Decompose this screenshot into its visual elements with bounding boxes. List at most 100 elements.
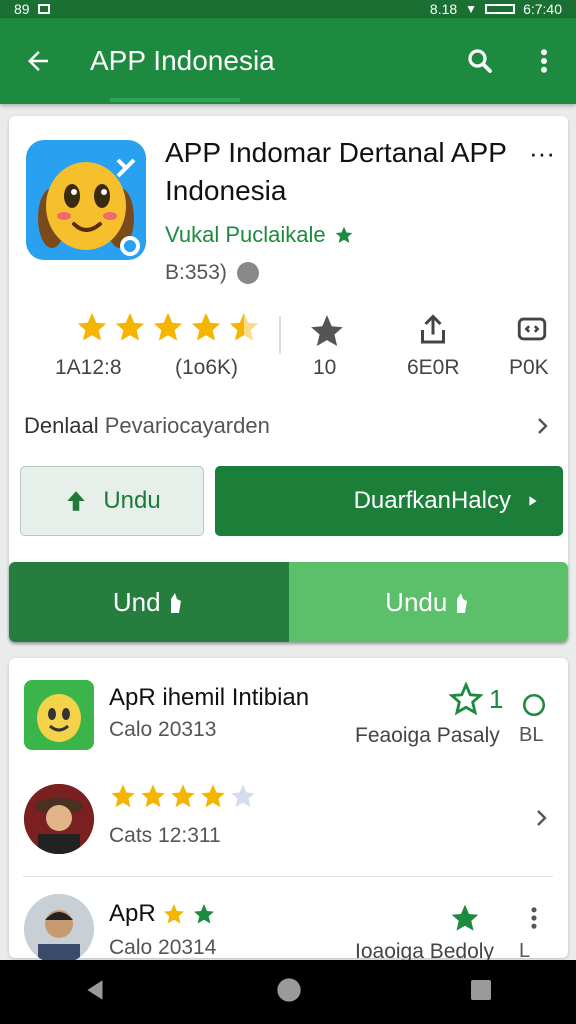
chevron-right-icon (538, 418, 548, 434)
more-vert-icon (541, 49, 547, 73)
back-button[interactable] (0, 46, 76, 76)
description-text: Pevariocayarden (104, 413, 270, 438)
more-horiz-icon[interactable]: ··· (529, 134, 555, 172)
list-item[interactable]: Cats 12:311 (9, 770, 568, 870)
star-icon (191, 312, 221, 341)
rating-count: B:353) (165, 261, 227, 284)
star-icon (77, 312, 107, 341)
developer-row[interactable]: Vukal Puclaikale (165, 222, 354, 248)
tab-indicator (110, 98, 240, 102)
award-star-icon (449, 682, 483, 716)
list-item-subtitle: Cats 12:311 (109, 824, 221, 847)
star-icon (171, 784, 195, 808)
app-detail-card: APP Indomar Dertanal APP Indonesia ··· V… (9, 116, 568, 642)
rating-count-row: B:353) (165, 261, 259, 285)
badge-row: 1 (449, 682, 503, 716)
list-item-title-text: ApR (109, 900, 156, 927)
other-button[interactable] (515, 312, 549, 351)
hand-icon (457, 593, 468, 613)
developer-name: Vukal Puclaikale (165, 222, 326, 247)
split-action-bar: Und Undu (9, 562, 568, 642)
list-item-title-text: ApR ihemil Intibian (109, 684, 310, 711)
share-button[interactable] (415, 312, 451, 353)
nav-home-button[interactable] (275, 976, 303, 1009)
list-item-stars (109, 782, 257, 810)
split-right-button[interactable]: Undu (288, 562, 568, 642)
install-button[interactable]: DuarfkanHalcy (215, 466, 563, 536)
share-icon (421, 314, 445, 344)
avatar (24, 784, 94, 854)
award-icon (451, 904, 479, 931)
update-button[interactable]: Undu (20, 466, 204, 536)
description-row[interactable]: Denlaal Pevariocayarden (24, 408, 554, 444)
status-time: 6:7:40 (523, 1, 562, 17)
stats-row: 1A12:8 (1o6K) 10 6E0R P0K (9, 306, 568, 396)
install-button-label: DuarfkanHalcy (353, 487, 511, 514)
rating-value: 1A12:8 (55, 356, 122, 379)
hand-icon (170, 593, 181, 613)
app-title: APP Indomar Dertanal APP Indonesia ··· (165, 134, 555, 210)
list-item[interactable]: ApR Calo 20314 Ioaoiga Bedoly L (9, 886, 568, 966)
rating-stars (75, 310, 261, 344)
review-count: (1o6K) (175, 356, 239, 379)
app-bar: APP Indonesia (0, 18, 576, 104)
square-recents-icon (471, 979, 491, 1000)
arrow-up-icon (67, 491, 85, 511)
page-title: APP Indonesia (90, 45, 275, 76)
emoji-face-icon (37, 694, 81, 742)
app-title-text: APP Indomar Dertanal APP Indonesia (165, 137, 507, 206)
split-right-label: Undu (385, 586, 448, 617)
globe-icon (236, 262, 259, 284)
list-item-right-text: Feaoiga Pasaly (355, 724, 500, 747)
list-divider (23, 876, 553, 877)
star-icon (111, 784, 135, 808)
search-button[interactable] (448, 46, 512, 76)
system-nav-bar (0, 960, 576, 1024)
badge-count: 1 (489, 683, 504, 714)
description-label: Denlaal (24, 413, 99, 438)
nav-back-button[interactable] (83, 977, 109, 1008)
more-options-button[interactable] (512, 46, 576, 76)
star-outline-icon (311, 315, 343, 347)
battery-icon (485, 4, 516, 14)
emoji-face-icon (38, 158, 140, 256)
app-icon (26, 140, 146, 260)
triangle-back-icon (87, 979, 103, 1000)
chevron-right-icon (537, 810, 547, 826)
related-apps-card: ApR ihemil Intibian Calo 20313 1 Feaoiga… (9, 658, 568, 964)
list-item-right-text-2: BL (519, 724, 544, 746)
status-bar: 89 8.18 ▼ 6:7:40 (0, 0, 576, 18)
update-button-label: Undu (103, 487, 161, 514)
avatar (24, 894, 94, 964)
play-arrow-icon (529, 496, 537, 506)
split-left-label: Und (112, 586, 161, 617)
star-empty-icon (231, 784, 255, 808)
circle-outline-icon (522, 693, 546, 717)
list-item-title: ApR (109, 900, 216, 928)
verified-star-icon (335, 226, 352, 243)
star-icon (153, 312, 183, 341)
notification-icon (37, 4, 50, 14)
person-avatar-icon (24, 894, 94, 964)
list-item-title: ApR ihemil Intibian (109, 684, 309, 712)
verified-badge-icon (193, 904, 214, 924)
star-icon (163, 904, 184, 924)
other-label: P0K (509, 356, 549, 379)
app-thumbnail (24, 680, 94, 750)
nav-recents-button[interactable] (469, 978, 493, 1007)
circle-toggle[interactable] (521, 692, 547, 723)
half-star-icon (229, 312, 259, 341)
back-arrow-icon (28, 51, 48, 71)
code-box-icon (517, 317, 547, 341)
circle-home-icon (277, 977, 301, 1002)
wishlist-button[interactable] (305, 312, 349, 355)
stats-divider (279, 316, 281, 354)
list-item-subtitle: Calo 20314 (109, 936, 217, 959)
search-icon (468, 49, 492, 73)
star-icon (201, 784, 225, 808)
list-item[interactable]: ApR ihemil Intibian Calo 20313 1 Feaoiga… (9, 666, 568, 766)
wifi-icon: ▼ (465, 2, 478, 16)
split-left-button[interactable]: Und (9, 562, 289, 642)
more-vert-icon[interactable] (529, 904, 539, 932)
list-item-subtitle: Calo 20313 (109, 718, 217, 741)
